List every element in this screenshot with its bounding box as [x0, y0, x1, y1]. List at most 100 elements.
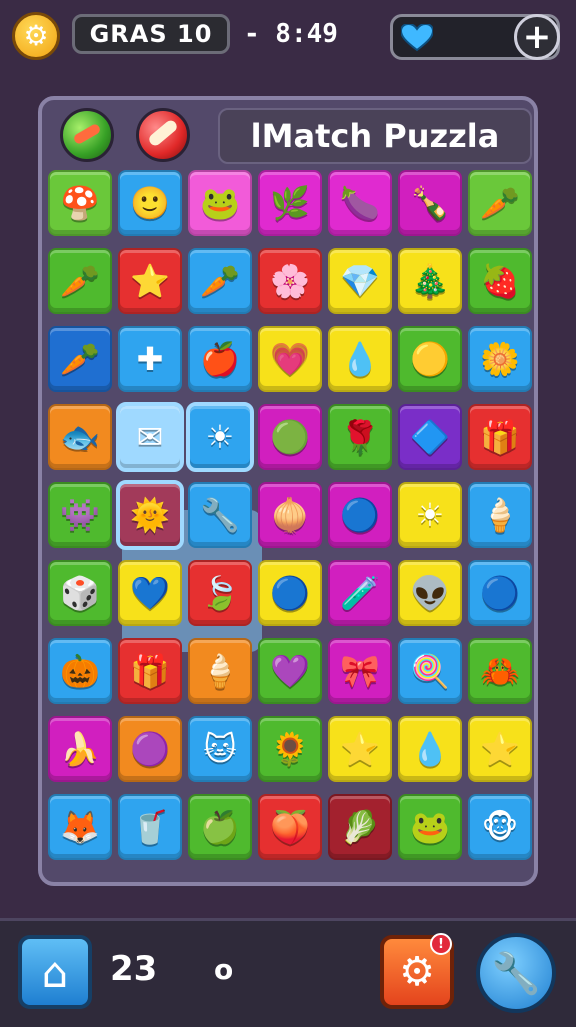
tile-icon: 🍦: [480, 496, 520, 534]
tile-r6-c0[interactable]: 🎃: [48, 638, 112, 704]
tile-r7-c4[interactable]: ⭐: [328, 716, 392, 782]
tile-icon: ⭐: [480, 730, 520, 768]
tile-icon: 🎲: [60, 574, 100, 612]
tile-r5-c1[interactable]: 💙: [118, 560, 182, 626]
plus-icon[interactable]: +: [514, 14, 560, 60]
level-label: GRAS 10: [72, 14, 230, 54]
tile-r4-c1[interactable]: 🌞: [116, 480, 184, 550]
tile-icon: 🦊: [60, 808, 100, 846]
tile-r1-c3[interactable]: 🌸: [258, 248, 322, 314]
tile-r1-c2[interactable]: 🥕: [188, 248, 252, 314]
tile-icon: 🐸: [410, 808, 450, 846]
tile-r7-c2[interactable]: 🐱: [188, 716, 252, 782]
tile-r3-c3[interactable]: 🟢: [258, 404, 322, 470]
tile-r2-c2[interactable]: 🍎: [188, 326, 252, 392]
tile-r3-c2[interactable]: ☀: [186, 402, 254, 472]
tile-r1-c0[interactable]: 🥕: [48, 248, 112, 314]
tile-r8-c3[interactable]: 🍑: [258, 794, 322, 860]
tile-r8-c1[interactable]: 🥤: [118, 794, 182, 860]
tile-r6-c3[interactable]: 💜: [258, 638, 322, 704]
tile-r8-c5[interactable]: 🐸: [398, 794, 462, 860]
tile-r4-c0[interactable]: 👾: [48, 482, 112, 548]
tile-r4-c5[interactable]: ☀: [398, 482, 462, 548]
tile-r8-c4[interactable]: 🥬: [328, 794, 392, 860]
candy-ball-icon[interactable]: [136, 108, 190, 162]
tile-r4-c4[interactable]: 🔵: [328, 482, 392, 548]
tile-r4-c6[interactable]: 🍦: [468, 482, 532, 548]
tile-icon: 🌻: [270, 730, 310, 768]
tile-r5-c6[interactable]: 🔵: [468, 560, 532, 626]
tile-r2-c5[interactable]: 🟡: [398, 326, 462, 392]
tile-icon: 🎄: [410, 262, 450, 300]
lives-bar: +: [390, 14, 560, 60]
tile-r3-c4[interactable]: 🌹: [328, 404, 392, 470]
gear-icon[interactable]: ⚙: [12, 12, 60, 60]
tile-r2-c4[interactable]: 💧: [328, 326, 392, 392]
tile-icon: 🟣: [130, 730, 170, 768]
wrench-icon[interactable]: 🔧: [476, 933, 556, 1013]
tile-icon: 👾: [60, 496, 100, 534]
tile-r0-c1[interactable]: 🙂: [118, 170, 182, 236]
tile-r3-c1[interactable]: ✉: [116, 402, 184, 472]
tile-r5-c3[interactable]: 🔵: [258, 560, 322, 626]
tile-r5-c0[interactable]: 🎲: [48, 560, 112, 626]
tile-icon: 🍭: [410, 652, 450, 690]
bottom-bar: ⌂ 23 o ⚙ ! 🔧: [0, 918, 576, 1027]
tile-r6-c4[interactable]: 🎀: [328, 638, 392, 704]
tile-r1-c1[interactable]: ⭐: [118, 248, 182, 314]
tile-r8-c2[interactable]: 🍏: [188, 794, 252, 860]
tile-icon: 🥬: [340, 808, 380, 846]
tile-r6-c6[interactable]: 🦀: [468, 638, 532, 704]
tile-r3-c0[interactable]: 🐟: [48, 404, 112, 470]
tile-icon: 🍦: [200, 652, 240, 690]
tile-r7-c0[interactable]: 🍌: [48, 716, 112, 782]
tile-r4-c2[interactable]: 🔧: [188, 482, 252, 548]
tile-r2-c1[interactable]: ✚: [118, 326, 182, 392]
tile-r7-c6[interactable]: ⭐: [468, 716, 532, 782]
tile-r0-c5[interactable]: 🍾: [398, 170, 462, 236]
tile-r6-c5[interactable]: 🍭: [398, 638, 462, 704]
tile-r5-c2[interactable]: 🍃: [188, 560, 252, 626]
tile-r1-c4[interactable]: 💎: [328, 248, 392, 314]
tile-r7-c1[interactable]: 🟣: [118, 716, 182, 782]
tile-r6-c2[interactable]: 🍦: [188, 638, 252, 704]
home-icon[interactable]: ⌂: [18, 935, 92, 1009]
timer: - 8:49: [244, 19, 338, 49]
tile-r8-c0[interactable]: 🦊: [48, 794, 112, 860]
tile-r0-c6[interactable]: 🥕: [468, 170, 532, 236]
green-ball-icon[interactable]: [60, 108, 114, 162]
tile-r2-c3[interactable]: 💗: [258, 326, 322, 392]
tile-icon: 💧: [410, 730, 450, 768]
board-header: lMatch Puzzla: [48, 104, 532, 166]
tile-r2-c6[interactable]: 🌼: [468, 326, 532, 392]
tile-r1-c6[interactable]: 🍓: [468, 248, 532, 314]
tile-icon: 💜: [270, 652, 310, 690]
tile-r5-c4[interactable]: 🧪: [328, 560, 392, 626]
tile-r4-c3[interactable]: 🧅: [258, 482, 322, 548]
tile-r7-c3[interactable]: 🌻: [258, 716, 322, 782]
tile-r0-c4[interactable]: 🍆: [328, 170, 392, 236]
tile-icon: 🦀: [480, 652, 520, 690]
tile-r7-c5[interactable]: 💧: [398, 716, 462, 782]
tile-r2-c0[interactable]: 🥕: [48, 326, 112, 392]
tile-r1-c5[interactable]: 🎄: [398, 248, 462, 314]
tile-r0-c3[interactable]: 🌿: [258, 170, 322, 236]
tile-r3-c6[interactable]: 🎁: [468, 404, 532, 470]
tile-r5-c5[interactable]: 👽: [398, 560, 462, 626]
tile-icon: 🐟: [60, 418, 100, 456]
tile-icon: 🌿: [270, 184, 310, 222]
tile-r3-c5[interactable]: 🔷: [398, 404, 462, 470]
tile-icon: 🥕: [200, 262, 240, 300]
tile-icon: 🧅: [270, 496, 310, 534]
tile-icon: 🌼: [480, 340, 520, 378]
tile-r0-c2[interactable]: 🐸: [188, 170, 252, 236]
tile-r0-c0[interactable]: 🍄: [48, 170, 112, 236]
tile-icon: 🔵: [480, 574, 520, 612]
game-board: lMatch Puzzla 🍄 🙂 🐸 🌿 🍆 🍾 🥕 🥕 ⭐ 🥕 🌸 💎 🎄 🍓 🥕 ✚ 🍎 💗 💧 🟡 🌼 🐟 ✉ ☀ 🟢 🌹…: [38, 96, 538, 886]
tile-icon: 🧪: [340, 574, 380, 612]
tile-r6-c1[interactable]: 🎁: [118, 638, 182, 704]
tile-icon: 🔵: [270, 574, 310, 612]
tile-r8-c6[interactable]: 🐵: [468, 794, 532, 860]
tile-icon: 🥕: [60, 340, 100, 378]
tile-grid: 🍄 🙂 🐸 🌿 🍆 🍾 🥕 🥕 ⭐ 🥕 🌸 💎 🎄 🍓 🥕 ✚ 🍎 💗 💧 🟡 🌼 🐟 ✉ ☀ 🟢 🌹 🔷 🎁 👾 🌞 🔧 🧅 🔵 ☀ 🍦 🎲 💙 🍃 🔵 🧪…: [48, 170, 532, 878]
